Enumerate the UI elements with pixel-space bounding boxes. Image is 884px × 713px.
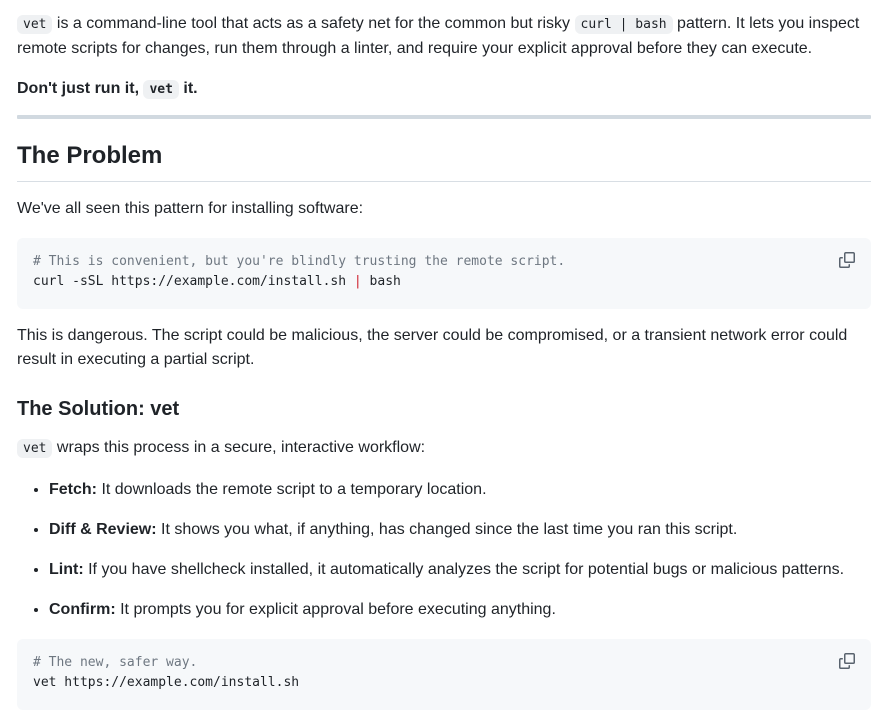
code-comment: # This is convenient, but you're blindly… bbox=[33, 254, 566, 269]
horizontal-rule bbox=[17, 115, 871, 119]
tagline: Don't just run it, vet it. bbox=[17, 80, 198, 99]
copy-icon[interactable] bbox=[839, 653, 855, 669]
inline-code: curl | bash bbox=[574, 15, 673, 34]
heading-the-problem: The Problem bbox=[17, 141, 871, 182]
code-block-curl: # This is convenient, but you're blindly… bbox=[17, 238, 871, 309]
heading-the-solution: The Solution: vet bbox=[17, 398, 180, 420]
code-comment: # The new, safer way. bbox=[33, 655, 198, 670]
code-command: vet https://example.com/install.sh bbox=[33, 675, 300, 690]
inline-code: vet bbox=[17, 439, 53, 458]
problem-explanation: This is dangerous. The script could be m… bbox=[17, 327, 848, 368]
code-block-vet: # The new, safer way. vet https://exampl… bbox=[17, 639, 871, 710]
problem-lead: We've all seen this pattern for installi… bbox=[17, 200, 364, 217]
list-item: Confirm: It prompts you for explicit app… bbox=[49, 598, 871, 622]
code-command: curl -sSL https://example.com/install.sh… bbox=[33, 274, 401, 289]
copy-icon[interactable] bbox=[839, 252, 855, 268]
workflow-list: Fetch: It downloads the remote script to… bbox=[17, 478, 871, 622]
intro-paragraph: vet is a command-line tool that acts as … bbox=[17, 15, 860, 57]
readme-content: vet is a command-line tool that acts as … bbox=[0, 0, 884, 710]
inline-code: vet bbox=[143, 80, 179, 99]
list-item: Lint: If you have shellcheck installed, … bbox=[49, 558, 871, 582]
list-item: Fetch: It downloads the remote script to… bbox=[49, 478, 871, 502]
list-item: Diff & Review: It shows you what, if any… bbox=[49, 518, 871, 542]
solution-lead: vet wraps this process in a secure, inte… bbox=[17, 436, 871, 461]
inline-code: vet bbox=[17, 15, 53, 34]
